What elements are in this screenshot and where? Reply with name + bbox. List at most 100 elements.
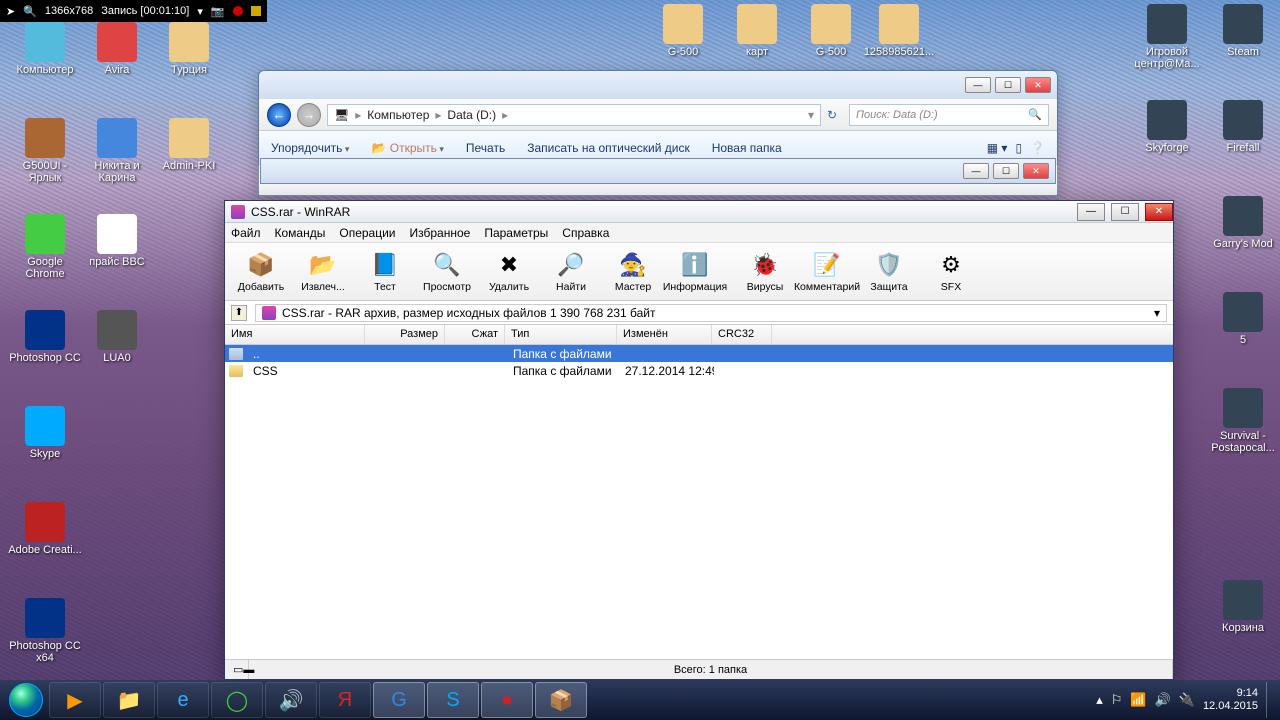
maximize-button[interactable]: ☐	[993, 163, 1019, 179]
winrar-titlebar[interactable]: CSS.rar - WinRAR — ☐ ✕	[225, 201, 1173, 223]
menu-item[interactable]: Файл	[231, 226, 261, 240]
col-crc[interactable]: CRC32	[712, 325, 772, 344]
toolbar-информация[interactable]: ℹ️Информация	[665, 245, 725, 299]
toolbar-извлеч[interactable]: 📂Извлеч...	[293, 245, 353, 299]
desktop-icon[interactable]: G-500	[646, 4, 720, 58]
taskbar-item[interactable]: 📁	[103, 682, 155, 718]
taskbar-item[interactable]: 📦	[535, 682, 587, 718]
tray-chevron-icon[interactable]: ▴	[1096, 692, 1103, 708]
menu-item[interactable]: Избранное	[410, 226, 471, 240]
toolbar-добавить[interactable]: 📦Добавить	[231, 245, 291, 299]
menu-item[interactable]: Справка	[562, 226, 609, 240]
preview-pane-button[interactable]: ▯	[1015, 141, 1022, 155]
desktop-icon[interactable]: Avira	[80, 22, 154, 76]
close-button[interactable]: ✕	[1145, 203, 1173, 221]
desktop-icon[interactable]: Skype	[8, 406, 82, 460]
desktop-icon[interactable]: Firefall	[1206, 100, 1280, 154]
clock[interactable]: 9:14 12.04.2015	[1203, 687, 1258, 713]
close-button[interactable]: ✕	[1023, 163, 1049, 179]
desktop-icon[interactable]: 5	[1206, 292, 1280, 346]
maximize-button[interactable]: ☐	[1111, 203, 1139, 221]
maximize-button[interactable]: ☐	[995, 77, 1021, 93]
pause-icon[interactable]	[251, 6, 261, 16]
toolbar-защита[interactable]: 🛡️Защита	[859, 245, 919, 299]
desktop-icon[interactable]: 1258985621...	[862, 4, 936, 58]
desktop-icon[interactable]: Никита и Карина	[80, 118, 154, 184]
list-item[interactable]: CSSПапка с файлами27.12.2014 12:49	[225, 362, 1173, 379]
menu-item[interactable]: Команды	[275, 226, 326, 240]
explorer2-titlebar[interactable]: — ☐ ✕	[260, 158, 1056, 184]
desktop-icon[interactable]: Турция	[152, 22, 226, 76]
newfolder-button[interactable]: Новая папка	[712, 141, 782, 155]
desktop-icon[interactable]: прайс BBC	[80, 214, 154, 268]
toolbar-комментарий[interactable]: 📝Комментарий	[797, 245, 857, 299]
toolbar-мастер[interactable]: 🧙Мастер	[603, 245, 663, 299]
desktop-icon[interactable]: Корзина	[1206, 580, 1280, 634]
forward-button[interactable]: →	[297, 103, 321, 127]
col-size[interactable]: Размер	[365, 325, 445, 344]
close-button[interactable]: ✕	[1025, 77, 1051, 93]
tray-network-icon[interactable]: 📶	[1130, 692, 1146, 708]
minimize-button[interactable]: —	[1077, 203, 1105, 221]
start-button[interactable]	[4, 682, 48, 718]
col-type[interactable]: Тип	[505, 325, 617, 344]
toolbar-найти[interactable]: 🔎Найти	[541, 245, 601, 299]
desktop-icon[interactable]: Survival - Postapocal...	[1206, 388, 1280, 454]
archive-path[interactable]: CSS.rar - RAR архив, размер исходных фай…	[255, 304, 1167, 322]
file-list[interactable]: ..Папка с файламиCSSПапка с файлами27.12…	[225, 345, 1173, 659]
up-button[interactable]: ⬆	[231, 305, 247, 321]
toolbar-вирусы[interactable]: 🐞Вирусы	[735, 245, 795, 299]
desktop-icon[interactable]: LUA0	[80, 310, 154, 364]
minimize-button[interactable]: —	[963, 163, 989, 179]
taskbar-item[interactable]: S	[427, 682, 479, 718]
col-name[interactable]: Имя	[225, 325, 365, 344]
breadcrumb-seg[interactable]: Data (D:)	[447, 108, 496, 122]
refresh-button[interactable]: ↻	[827, 108, 843, 122]
desktop-icon[interactable]: Adobe Creati...	[8, 502, 82, 556]
help-button[interactable]: ❔	[1030, 141, 1045, 155]
chevron-down-icon[interactable]: ▾	[1154, 306, 1160, 320]
search-input[interactable]: Поиск: Data (D:) 🔍	[849, 104, 1049, 126]
toolbar-тест[interactable]: 📘Тест	[355, 245, 415, 299]
desktop-icon[interactable]: Admin-PKI	[152, 118, 226, 172]
desktop-icon[interactable]: G-500	[794, 4, 868, 58]
back-button[interactable]: ←	[267, 103, 291, 127]
toolbar-sfx[interactable]: ⚙SFX	[921, 245, 981, 299]
toolbar-просмотр[interactable]: 🔍Просмотр	[417, 245, 477, 299]
desktop-icon[interactable]: Skyforge	[1130, 100, 1204, 154]
col-modified[interactable]: Изменён	[617, 325, 712, 344]
record-icon[interactable]	[233, 6, 243, 16]
taskbar-item[interactable]: G	[373, 682, 425, 718]
desktop-icon[interactable]: Garry's Mod	[1206, 196, 1280, 250]
desktop-icon[interactable]: Игровой центр@Ma...	[1130, 4, 1204, 70]
taskbar-item[interactable]: ●	[481, 682, 533, 718]
taskbar-item[interactable]: ◯	[211, 682, 263, 718]
explorer-titlebar[interactable]: — ☐ ✕	[259, 71, 1057, 99]
minimize-button[interactable]: —	[965, 77, 991, 93]
open-menu[interactable]: 📂 Открыть	[371, 141, 443, 155]
menu-item[interactable]: Параметры	[484, 226, 548, 240]
desktop-icon[interactable]: G500UI - Ярлык	[8, 118, 82, 184]
show-desktop-button[interactable]	[1266, 682, 1274, 718]
menu-item[interactable]: Операции	[339, 226, 395, 240]
taskbar-item[interactable]: Я	[319, 682, 371, 718]
toolbar-удалить[interactable]: ✖Удалить	[479, 245, 539, 299]
camera-icon[interactable]: 📷	[211, 5, 225, 18]
taskbar-item[interactable]: e	[157, 682, 209, 718]
print-button[interactable]: Печать	[466, 141, 505, 155]
desktop-icon[interactable]: Photoshop CC x64	[8, 598, 82, 664]
desktop-icon[interactable]: карт	[720, 4, 794, 58]
desktop-icon[interactable]: Google Chrome	[8, 214, 82, 280]
taskbar-item[interactable]: 🔊	[265, 682, 317, 718]
desktop-icon[interactable]: Steam	[1206, 4, 1280, 58]
list-item[interactable]: ..Папка с файлами	[225, 345, 1173, 362]
view-menu[interactable]: ▦ ▾	[987, 141, 1008, 155]
breadcrumb-seg[interactable]: Компьютер	[367, 108, 429, 122]
tray-flag-icon[interactable]: ⚐	[1111, 692, 1123, 708]
burn-button[interactable]: Записать на оптический диск	[527, 141, 690, 155]
taskbar-item[interactable]: ▶	[49, 682, 101, 718]
organize-menu[interactable]: Упорядочить	[271, 141, 349, 155]
desktop-icon[interactable]: Photoshop CC	[8, 310, 82, 364]
breadcrumb[interactable]: 🖥▸ Компьютер▸ Data (D:)▸ ▾	[327, 104, 821, 126]
tray-power-icon[interactable]: 🔌	[1179, 692, 1195, 708]
